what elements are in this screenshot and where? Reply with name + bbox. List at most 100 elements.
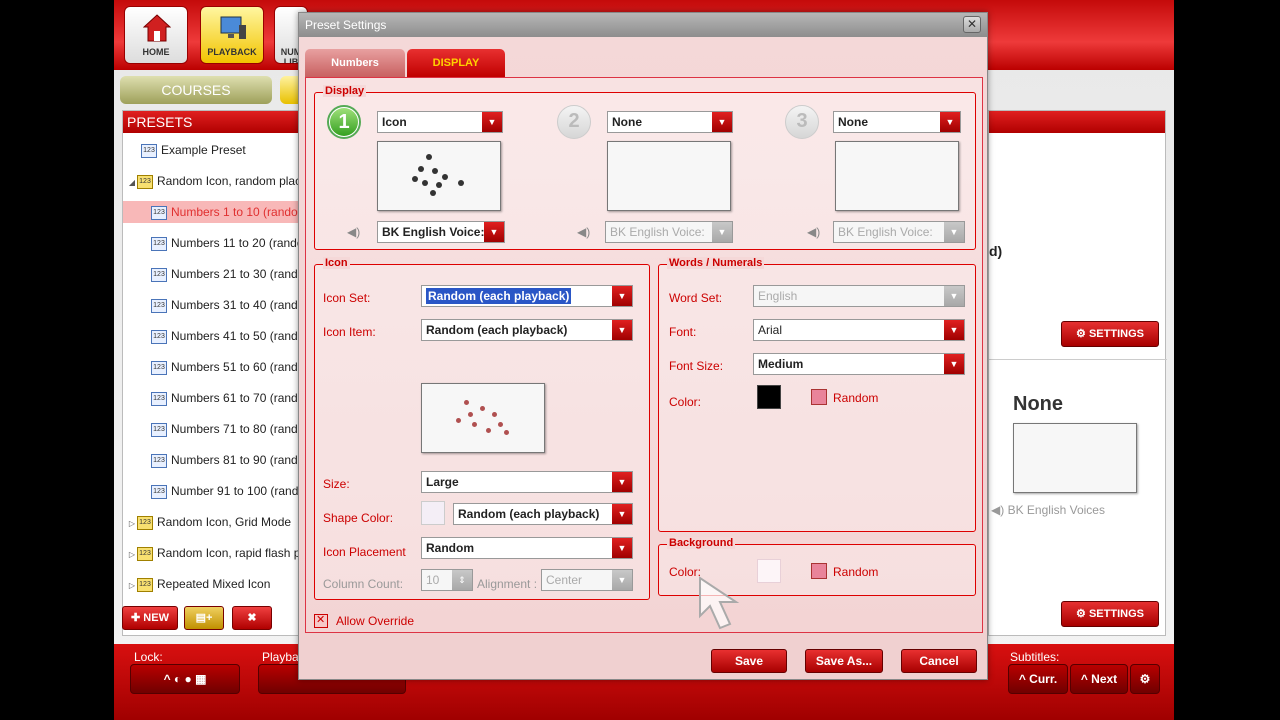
tree-item[interactable]: 123 Numbers 71 to 80 (random) (123, 418, 307, 440)
footer-settings-button[interactable]: ⚙ (1130, 664, 1160, 694)
chevron-down-icon: ▼ (612, 286, 632, 306)
word-color-swatch[interactable] (757, 385, 781, 409)
words-legend: Words / Numerals (667, 257, 765, 269)
close-button[interactable]: ✕ (963, 16, 981, 33)
alignment-select[interactable]: Center ▼ (541, 569, 633, 591)
chevron-down-icon: ▼ (612, 504, 632, 524)
stepper-arrows-icon: ⇕ (452, 570, 472, 590)
bg-color-swatch[interactable] (757, 559, 781, 583)
save-button[interactable]: Save (711, 649, 787, 673)
icon-placement-select[interactable]: Random ▼ (421, 537, 633, 559)
next-button[interactable]: ^ Next (1070, 664, 1128, 694)
preview-dot (412, 176, 418, 182)
tree-item[interactable]: 123 Numbers 81 to 90 (random) (123, 449, 307, 471)
random-label: Random (833, 391, 879, 405)
shape-color-swatch[interactable] (421, 501, 445, 525)
expand-arrow-icon[interactable]: ▷ (127, 513, 137, 533)
icon-item-select[interactable]: Random (each playback) ▼ (421, 319, 633, 341)
slot1-type-select[interactable]: Icon ▼ (377, 111, 503, 133)
folder-icon: 123 (137, 515, 153, 530)
speaker-icon[interactable]: ◀) (577, 225, 590, 239)
expand-arrow-icon[interactable]: ▷ (127, 575, 137, 595)
dialog-titlebar: Preset Settings ✕ (299, 13, 987, 37)
collapse-arrow-icon[interactable]: ◢ (127, 172, 137, 192)
column-count-stepper[interactable]: 10 ⇕ (421, 569, 473, 591)
curr-button[interactable]: ^ Curr. (1008, 664, 1068, 694)
icon-item-label: Icon Item: (323, 325, 376, 339)
alignment-label: Alignment : (477, 577, 538, 591)
tree-item[interactable]: 123 Numbers 31 to 40 (random) (123, 294, 307, 316)
tree-group[interactable]: ▷ 123 Repeated Mixed Icon (123, 573, 307, 595)
icon-set-select[interactable]: Random (each playback) ▼ (421, 285, 633, 307)
lock-controls[interactable]: ^ ◐ ● ▦ (130, 664, 240, 694)
preset-settings-dialog: Preset Settings ✕ Numbers DISPLAY Displa… (298, 12, 988, 680)
font-size-select[interactable]: Medium ▼ (753, 353, 965, 375)
partial-text: d) (989, 243, 1003, 259)
shape-color-select[interactable]: Random (each playback) ▼ (453, 503, 633, 525)
tree-item[interactable]: 123 Numbers 11 to 20 (random) (123, 232, 307, 254)
tree-item[interactable]: 123 Example Preset (123, 139, 307, 161)
tab-numbers[interactable]: Numbers (305, 49, 405, 77)
preset-icon: 123 (141, 143, 157, 158)
slot2-voice-select[interactable]: BK English Voice: ▼ (605, 221, 733, 243)
new-preset-button[interactable]: ✚ NEW (122, 606, 178, 630)
slot1-voice-select[interactable]: BK English Voice: ▼ (377, 221, 505, 243)
random-color-checkbox[interactable] (811, 389, 827, 405)
slot1-preview (377, 141, 501, 211)
home-button[interactable]: HOME (124, 6, 188, 64)
tree-group[interactable]: ▷ 123 Random Icon, rapid flash p (123, 542, 307, 564)
delete-button[interactable]: ✖ (232, 606, 272, 630)
word-set-select[interactable]: English ▼ (753, 285, 965, 307)
font-select[interactable]: Arial ▼ (753, 319, 965, 341)
tree-item[interactable]: 123 Numbers 41 to 50 (random) (123, 325, 307, 347)
speaker-icon[interactable]: ◀) (807, 225, 820, 239)
expand-arrow-icon[interactable]: ▷ (127, 544, 137, 564)
chevron-down-icon: ▼ (612, 320, 632, 340)
tree-item-selected[interactable]: 123 Numbers 1 to 10 (random) (123, 201, 307, 223)
preview-dot (472, 422, 477, 427)
tree-item[interactable]: 123 Numbers 51 to 60 (random) (123, 356, 307, 378)
slot3-type-select[interactable]: None ▼ (833, 111, 961, 133)
icon-set-label: Icon Set: (323, 291, 371, 305)
tree-item[interactable]: 123 Number 91 to 100 (random) (123, 480, 307, 502)
slot2-type-select[interactable]: None ▼ (607, 111, 733, 133)
playback-button[interactable]: PLAYBACK (200, 6, 264, 64)
close-icon: ✖ (247, 612, 257, 624)
save-as-button[interactable]: Save As... (805, 649, 883, 673)
tree-item[interactable]: 123 Numbers 21 to 30 (random) (123, 263, 307, 285)
monitor-icon (220, 16, 246, 39)
slot3-voice-select[interactable]: BK English Voice: ▼ (833, 221, 965, 243)
tab-display[interactable]: DISPLAY (407, 49, 505, 77)
font-label: Font: (669, 325, 697, 339)
allow-override-checkbox[interactable]: ✕ (314, 614, 328, 628)
speaker-icon[interactable]: ◀) (347, 225, 360, 239)
preview-dot (504, 430, 509, 435)
presets-tab[interactable] (280, 76, 300, 104)
preview-dot (426, 154, 432, 160)
shape-color-value: Random (each playback) (458, 507, 600, 521)
tree-item-label: Number 91 to 100 (random) (171, 484, 307, 498)
icon-legend: Icon (323, 257, 350, 269)
preset-icon: 123 (151, 298, 167, 313)
tree-item[interactable]: 123 Numbers 61 to 70 (random) (123, 387, 307, 409)
preset-icon: 123 (151, 205, 167, 220)
preview-dot (498, 422, 503, 427)
alignment-value: Center (546, 573, 583, 587)
mouse-icon: ^ ◐ ● ▦ (163, 672, 207, 686)
settings-button-2[interactable]: ⚙ SETTINGS (1061, 601, 1159, 627)
allow-override-label: Allow Override (336, 614, 415, 628)
bg-random-checkbox[interactable] (811, 563, 827, 579)
cancel-button[interactable]: Cancel (901, 649, 977, 673)
settings-button[interactable]: ⚙ SETTINGS (1061, 321, 1159, 347)
tree-item-label: Numbers 31 to 40 (random) (171, 298, 307, 312)
bg-random-label: Random (833, 565, 879, 579)
size-select[interactable]: Large ▼ (421, 471, 633, 493)
new-folder-button[interactable]: ▤+ (184, 606, 224, 630)
chevron-down-icon: ▼ (944, 222, 964, 242)
courses-tab[interactable]: COURSES (120, 76, 272, 104)
tree-group[interactable]: ▷ 123 Random Icon, Grid Mode (123, 511, 307, 533)
slot2-preview (607, 141, 731, 211)
tree-group[interactable]: ◢123 Random Icon, random placement (123, 170, 307, 192)
check-icon: ✕ (316, 614, 326, 626)
column-count-value: 10 (426, 573, 440, 587)
